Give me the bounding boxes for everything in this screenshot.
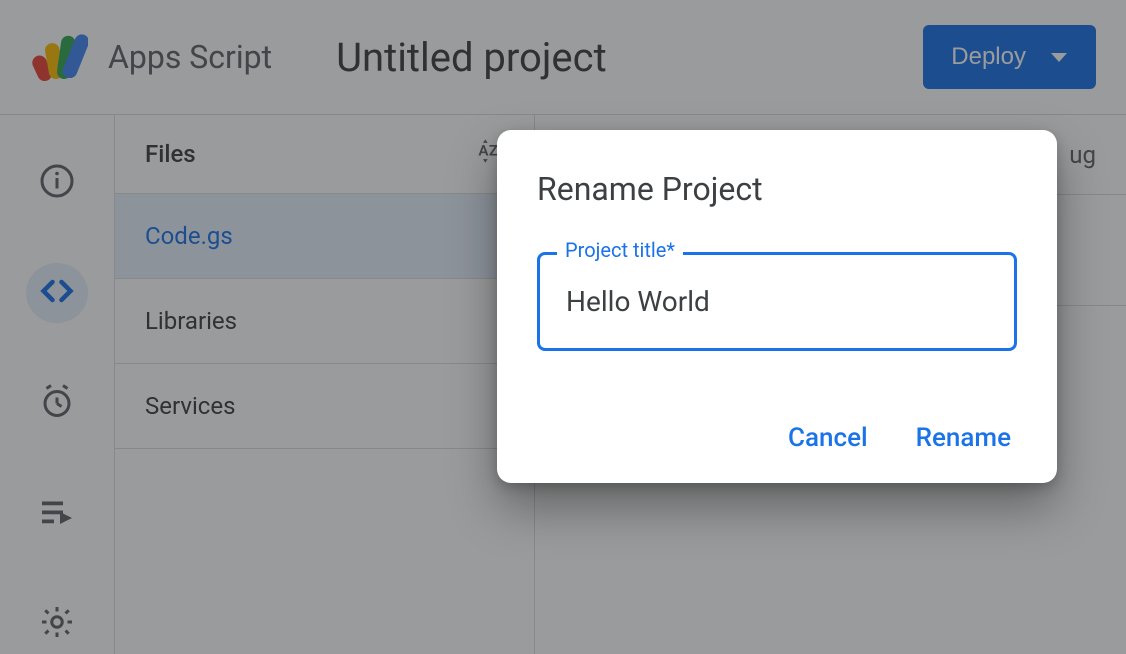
dialog-actions: Cancel Rename xyxy=(537,423,1017,453)
project-title-label: Project title* xyxy=(557,238,683,262)
dialog-title: Rename Project xyxy=(537,170,1017,208)
cancel-button[interactable]: Cancel xyxy=(788,423,868,453)
rename-project-dialog: Rename Project Project title* Cancel Ren… xyxy=(497,130,1057,483)
rename-button[interactable]: Rename xyxy=(916,423,1011,453)
project-title-field: Project title* xyxy=(537,252,1017,351)
project-title-input[interactable] xyxy=(537,252,1017,351)
